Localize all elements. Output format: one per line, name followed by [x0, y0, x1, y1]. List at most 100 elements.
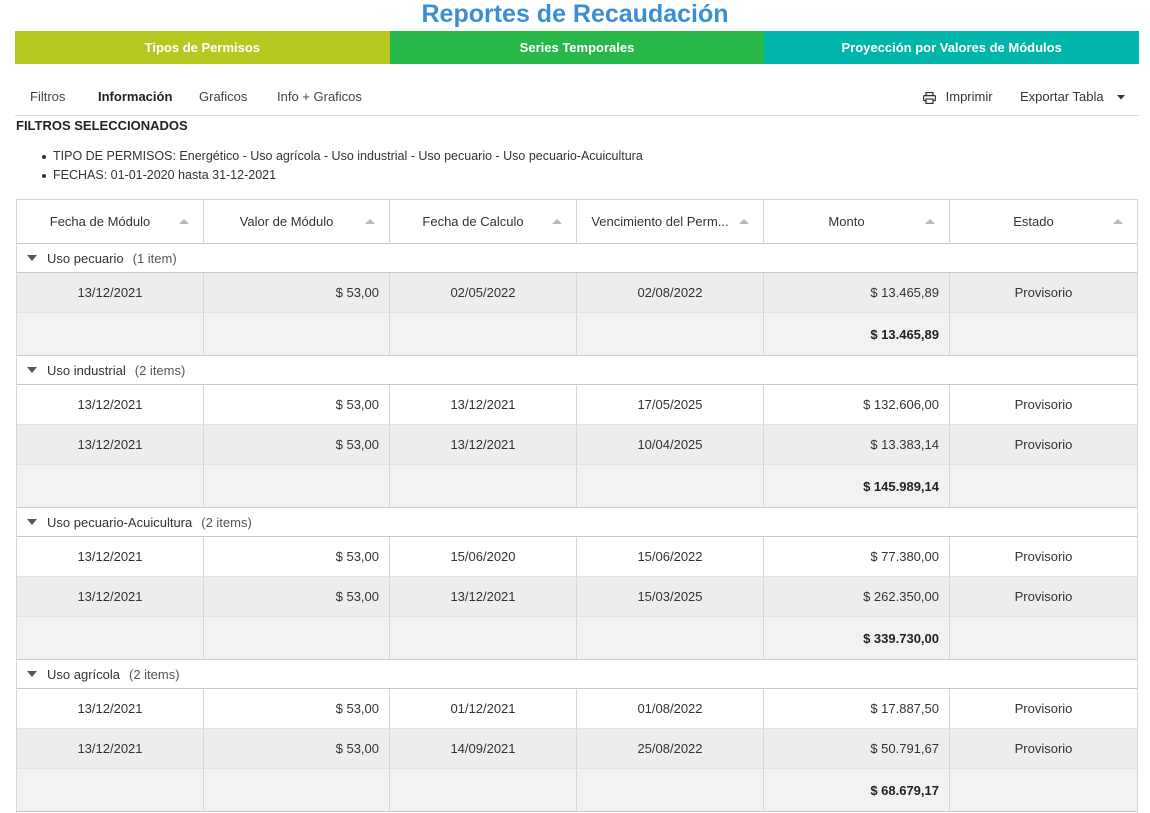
print-button[interactable]: Imprimir	[923, 80, 993, 114]
cell-estado: Provisorio	[1014, 437, 1073, 452]
cell-vencimiento: 10/04/2025	[577, 425, 764, 464]
summary-cell	[17, 465, 204, 507]
cell-estado: Provisorio	[1014, 397, 1073, 412]
grid-header: Fecha de Módulo Valor de Módulo Fecha de…	[17, 200, 1137, 244]
cell-fecha-calculo: 15/06/2020	[390, 537, 577, 576]
cell-monto: $ 13.383,14	[764, 425, 950, 464]
summary-cell	[204, 313, 390, 355]
caret-down-icon[interactable]	[27, 671, 37, 677]
cell-fecha-calculo: 01/12/2021	[390, 689, 577, 728]
tab-graficos[interactable]: Graficos	[199, 80, 247, 114]
summary-cell	[950, 617, 1137, 659]
cell-estado: Provisorio	[1014, 549, 1073, 564]
tab-filtros[interactable]: Filtros	[30, 80, 65, 114]
cell-monto: $ 262.350,00	[764, 577, 950, 616]
group-row: Uso pecuario (1 item)	[17, 244, 1137, 273]
col-estado[interactable]: Estado	[950, 200, 1137, 244]
cell-valor-modulo: $ 53,00	[204, 577, 390, 616]
view-nav: Filtros Información Graficos Info + Graf…	[15, 80, 1139, 116]
summary-cell	[390, 617, 577, 659]
group-total: $ 145.989,14	[764, 465, 950, 507]
caret-down-icon[interactable]	[27, 255, 37, 261]
cell-fecha-calculo: 02/05/2022	[390, 273, 577, 312]
group-name: Uso agrícola	[47, 666, 120, 682]
group-total: $ 339.730,00	[764, 617, 950, 659]
sort-icon	[925, 219, 935, 224]
sort-icon	[179, 219, 189, 224]
group-count: (2 items)	[134, 362, 186, 378]
col-monto[interactable]: Monto	[764, 200, 950, 244]
col-valor-modulo[interactable]: Valor de Módulo	[204, 200, 390, 244]
summary-cell	[204, 465, 390, 507]
cell-fecha-modulo: 13/12/2021	[17, 729, 204, 768]
tab-tipos-de-permisos[interactable]: Tipos de Permisos	[15, 31, 390, 64]
cell-fecha-modulo: 13/12/2021	[17, 689, 204, 728]
table-row[interactable]: 13/12/2021 $ 53,00 13/12/2021 15/03/2025 $ 2…	[17, 577, 1137, 617]
cell-estado: Provisorio	[1014, 589, 1073, 604]
caret-down-icon[interactable]	[27, 519, 37, 525]
cell-vencimiento: 15/03/2025	[577, 577, 764, 616]
tab-proyeccion-valores-modulos[interactable]: Proyección por Valores de Módulos	[764, 31, 1140, 64]
table-row[interactable]: 13/12/2021 $ 53,00 01/12/2021 01/08/2022 $ 1…	[17, 689, 1137, 729]
summary-cell	[950, 769, 1137, 811]
summary-cell	[950, 313, 1137, 355]
summary-cell	[390, 313, 577, 355]
table-row[interactable]: 13/12/2021 $ 53,00 13/12/2021 10/04/2025 $ 1…	[17, 425, 1137, 465]
page-title: Reportes de Recaudación	[421, 0, 729, 28]
group-name: Uso pecuario-Acuicultura	[47, 514, 193, 530]
group-row: Uso agrícola (2 items)	[17, 660, 1137, 689]
summary-cell	[204, 617, 390, 659]
summary-cell	[577, 769, 764, 811]
group-summary-row: $ 339.730,00	[17, 617, 1137, 660]
group-row: Uso pecuario-Acuicultura (2 items)	[17, 508, 1137, 537]
cell-vencimiento: 02/08/2022	[577, 273, 764, 312]
cell-vencimiento: 25/08/2022	[577, 729, 764, 768]
group-row: Uso industrial (2 items)	[17, 356, 1137, 385]
sort-icon	[739, 219, 749, 224]
cell-vencimiento: 15/06/2022	[577, 537, 764, 576]
summary-cell	[17, 617, 204, 659]
cell-valor-modulo: $ 53,00	[204, 729, 390, 768]
tab-informacion[interactable]: Información	[98, 80, 172, 114]
caret-down-icon[interactable]	[27, 367, 37, 373]
col-vencimiento[interactable]: Vencimiento del Perm...	[577, 200, 764, 244]
group-summary-row: $ 13.465,89	[17, 313, 1137, 356]
summary-cell	[577, 465, 764, 507]
cell-fecha-modulo: 13/12/2021	[17, 425, 204, 464]
summary-cell	[577, 313, 764, 355]
table-row[interactable]: 13/12/2021 $ 53,00 02/05/2022 02/08/2022 $ 1…	[17, 273, 1137, 313]
cell-fecha-calculo: 13/12/2021	[390, 425, 577, 464]
caret-down-icon	[1117, 95, 1126, 100]
filter-item-permit-types: TIPO DE PERMISOS: Energético - Uso agríc…	[42, 149, 643, 168]
export-label: Exportar Tabla	[1020, 89, 1104, 104]
table-row[interactable]: 13/12/2021 $ 53,00 13/12/2021 17/05/2025 $ 1…	[17, 385, 1137, 425]
sort-icon	[365, 219, 375, 224]
cell-fecha-modulo: 13/12/2021	[17, 577, 204, 616]
cell-fecha-calculo: 14/09/2021	[390, 729, 577, 768]
group-count: (2 items)	[201, 514, 252, 530]
summary-cell	[950, 465, 1137, 507]
cell-fecha-modulo: 13/12/2021	[17, 537, 204, 576]
table-row[interactable]: 13/12/2021 $ 53,00 14/09/2021 25/08/2022 $ 5…	[17, 729, 1137, 769]
summary-cell	[390, 769, 577, 811]
cell-fecha-modulo: 13/12/2021	[17, 273, 204, 312]
export-table-dropdown[interactable]: Exportar Tabla	[1020, 80, 1126, 114]
col-fecha-modulo[interactable]: Fecha de Módulo	[17, 200, 204, 244]
summary-cell	[577, 617, 764, 659]
summary-cell	[390, 465, 577, 507]
filters-title: FILTROS SELECCIONADOS	[16, 118, 188, 133]
cell-fecha-calculo: 13/12/2021	[390, 385, 577, 424]
cell-monto: $ 13.465,89	[764, 273, 950, 312]
cell-valor-modulo: $ 53,00	[204, 537, 390, 576]
cell-valor-modulo: $ 53,00	[204, 385, 390, 424]
cell-monto: $ 132.606,00	[764, 385, 950, 424]
print-label: Imprimir	[945, 89, 993, 104]
data-grid: Fecha de Módulo Valor de Módulo Fecha de…	[16, 199, 1138, 813]
table-row[interactable]: 13/12/2021 $ 53,00 15/06/2020 15/06/2022 $ 7…	[17, 537, 1137, 577]
col-fecha-calculo[interactable]: Fecha de Calculo	[390, 200, 577, 244]
summary-cell	[17, 313, 204, 355]
tab-series-temporales[interactable]: Series Temporales	[389, 31, 765, 64]
sort-icon	[1113, 219, 1123, 224]
cell-vencimiento: 01/08/2022	[577, 689, 764, 728]
tab-info-graficos[interactable]: Info + Graficos	[277, 80, 362, 114]
